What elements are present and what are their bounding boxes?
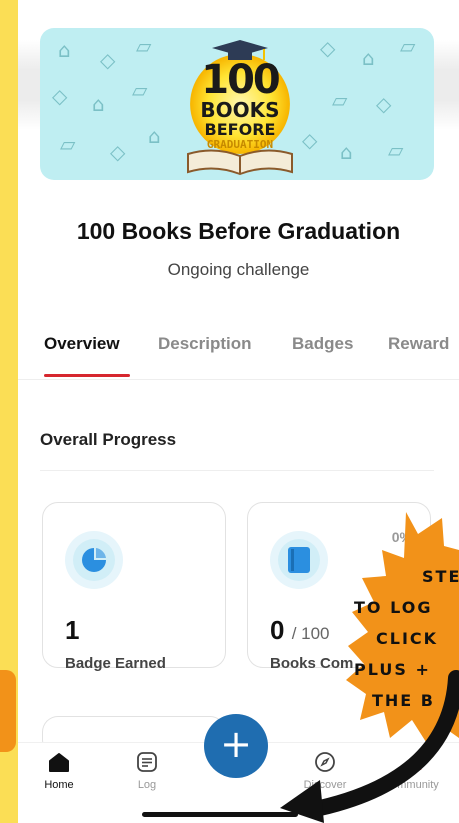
sticker-line: CLICK bbox=[376, 629, 439, 648]
books-total: / 100 bbox=[291, 624, 330, 643]
open-book-icon bbox=[187, 149, 293, 176]
books-count: 0 / 100 bbox=[270, 615, 330, 645]
logo-word-books: BOOKS bbox=[200, 98, 280, 122]
book-doodle-icon: ⌂ bbox=[148, 124, 161, 148]
sticker-line: STE bbox=[422, 567, 459, 586]
badge-icon bbox=[82, 548, 106, 572]
nav-log[interactable]: Log bbox=[112, 749, 182, 809]
challenge-logo: 100 BOOKS BEFORE GRADUATION bbox=[180, 34, 300, 180]
book-icon-wrap bbox=[270, 531, 328, 589]
tab-bar: Overview Description Badges Reward bbox=[18, 330, 459, 380]
nav-home[interactable]: Home bbox=[24, 749, 94, 809]
badge-count: 1 bbox=[65, 615, 80, 645]
challenge-title: 100 Books Before Graduation bbox=[76, 218, 401, 244]
book-doodle-icon: ◇ bbox=[320, 36, 336, 60]
book-doodle-icon: ▱ bbox=[132, 78, 148, 102]
add-book-button[interactable]: + bbox=[204, 714, 268, 778]
book-doodle-icon: ▱ bbox=[400, 34, 416, 58]
home-icon bbox=[49, 753, 69, 772]
book-doodle-icon: ◇ bbox=[376, 92, 392, 116]
divider bbox=[40, 470, 434, 471]
book-doodle-icon: ⌂ bbox=[92, 92, 105, 116]
book-doodle-icon: ⌂ bbox=[58, 38, 71, 62]
tab-badges[interactable]: Badges bbox=[292, 334, 353, 354]
orange-side-tab bbox=[0, 670, 16, 752]
sticker-line: TO LOG bbox=[354, 598, 433, 617]
challenge-banner: ⌂ ◇ ▱ ◇ ⌂ ▱ ▱ ◇ ⌂ ◇ ⌂ ▱ ▱ ◇ ⌂ ▱ ◇ 100 BO… bbox=[40, 28, 434, 180]
book-doodle-icon: ▱ bbox=[136, 34, 152, 58]
book-doodle-icon: ⌂ bbox=[340, 140, 353, 164]
tab-overview[interactable]: Overview bbox=[44, 334, 120, 354]
logo-word-before: BEFORE bbox=[204, 120, 276, 139]
badge-label: Badge Earned bbox=[65, 655, 166, 672]
log-icon bbox=[137, 752, 157, 772]
curved-arrow-icon bbox=[280, 670, 459, 823]
book-doodle-icon: ▱ bbox=[388, 138, 404, 162]
logo-number: 100 bbox=[201, 57, 281, 103]
tab-description[interactable]: Description bbox=[158, 334, 252, 354]
active-tab-indicator bbox=[44, 374, 130, 377]
book-doodle-icon: ◇ bbox=[302, 128, 318, 152]
book-doodle-icon: ◇ bbox=[100, 48, 116, 72]
nav-home-label: Home bbox=[44, 779, 74, 791]
badge-icon-wrap bbox=[65, 531, 123, 589]
book-icon bbox=[288, 547, 310, 573]
section-title: Overall Progress bbox=[40, 430, 177, 449]
tab-reward[interactable]: Reward bbox=[388, 334, 449, 354]
nav-log-label: Log bbox=[137, 779, 157, 791]
book-doodle-icon: ⌂ bbox=[362, 46, 375, 70]
book-doodle-icon: ◇ bbox=[110, 140, 126, 164]
book-doodle-icon: ▱ bbox=[60, 132, 76, 156]
book-doodle-icon: ◇ bbox=[52, 84, 68, 108]
challenge-status: Ongoing challenge bbox=[167, 260, 310, 279]
book-doodle-icon: ▱ bbox=[332, 88, 348, 112]
home-indicator bbox=[142, 812, 298, 817]
badge-earned-card[interactable]: 1 Badge Earned bbox=[42, 502, 226, 672]
